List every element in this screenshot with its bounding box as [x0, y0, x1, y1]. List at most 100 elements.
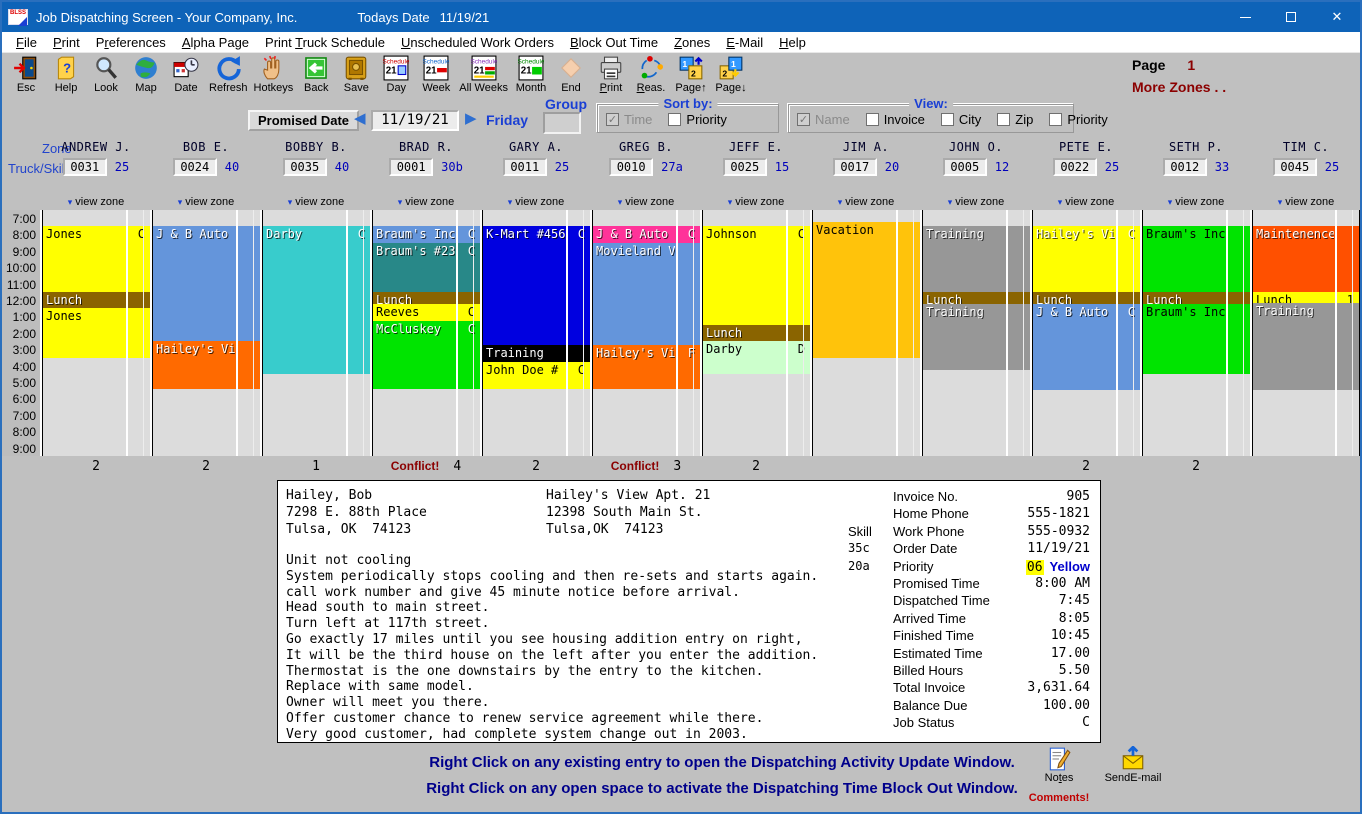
- view-city-checkbox[interactable]: City: [941, 112, 981, 127]
- schedule-block[interactable]: J & B Auto PaC: [1033, 304, 1140, 390]
- view-zone-dropdown[interactable]: ▾view zone: [1032, 196, 1140, 210]
- view-invoice-checkbox[interactable]: Invoice: [866, 112, 925, 127]
- truck-number-input[interactable]: 0031: [63, 158, 107, 176]
- schedule-block[interactable]: Lunch: [703, 325, 810, 341]
- toolbar-look-button[interactable]: Look: [86, 54, 126, 94]
- schedule-column-0022[interactable]: Hailey's ViewCLunchJ & B Auto PaC: [1032, 210, 1140, 456]
- schedule-block[interactable]: McCluskeyC: [373, 321, 480, 389]
- schedule-block[interactable]: Vacation: [813, 222, 920, 357]
- schedule-block[interactable]: Braum's Inc.C: [373, 226, 480, 242]
- schedule-block[interactable]: ReevesC: [373, 304, 480, 320]
- schedule-column-0045[interactable]: MaintenenceLunch1Training: [1252, 210, 1360, 456]
- schedule-block[interactable]: DarbyD: [703, 341, 810, 374]
- schedule-block[interactable]: JonesC: [43, 226, 150, 292]
- send-email-button[interactable]: SendE-mail: [1098, 746, 1168, 784]
- prev-day-arrow-icon[interactable]: ◀: [354, 109, 366, 127]
- truck-number-input[interactable]: 0011: [503, 158, 547, 176]
- schedule-block[interactable]: Jones: [43, 308, 150, 357]
- comments-indicator[interactable]: Comments!: [1024, 792, 1094, 804]
- schedule-block[interactable]: Training: [923, 304, 1030, 370]
- promised-date-input[interactable]: 11/19/21: [371, 110, 459, 131]
- schedule-block[interactable]: Lunch: [923, 292, 1030, 304]
- schedule-block[interactable]: Training: [1253, 303, 1359, 390]
- promised-date-button[interactable]: Promised Date: [248, 110, 359, 131]
- schedule-column-0031[interactable]: JonesCLunchJones: [42, 210, 150, 456]
- schedule-column-0025[interactable]: JohnsonCLunchDarbyD: [702, 210, 810, 456]
- sort-by-time-checkbox[interactable]: ✓Time: [606, 112, 652, 127]
- schedule-column-0017[interactable]: Vacation: [812, 210, 920, 456]
- view-zone-dropdown[interactable]: ▾view zone: [702, 196, 810, 210]
- toolbar-esc-button[interactable]: Esc: [6, 54, 46, 94]
- schedule-block[interactable]: John Doe # 21C: [483, 362, 590, 389]
- schedule-column-0024[interactable]: J & B Auto PaHailey's View: [152, 210, 260, 456]
- toolbar-page--button[interactable]: 21Page↓: [711, 54, 751, 94]
- notes-button[interactable]: Notes: [1024, 746, 1094, 784]
- schedule-block[interactable]: Hailey's ViewC: [1033, 226, 1140, 292]
- schedule-block[interactable]: Braum's Inc.: [1143, 226, 1250, 292]
- menu-block-out-time[interactable]: Block Out Time: [562, 35, 666, 50]
- view-zone-dropdown[interactable]: ▾view zone: [42, 196, 150, 210]
- schedule-block[interactable]: Movieland Vid: [593, 243, 700, 346]
- schedule-block[interactable]: Training: [923, 226, 1030, 292]
- minimize-icon[interactable]: [1222, 2, 1268, 32]
- menu-preferences[interactable]: Preferences: [88, 35, 174, 50]
- toolbar-back-button[interactable]: Back: [296, 54, 336, 94]
- menu-alpha-page[interactable]: Alpha Page: [174, 35, 257, 50]
- truck-number-input[interactable]: 0010: [609, 158, 653, 176]
- schedule-block[interactable]: Hailey's View: [153, 341, 260, 389]
- schedule-block[interactable]: Lunch: [1143, 292, 1250, 304]
- truck-number-input[interactable]: 0001: [389, 158, 433, 176]
- truck-number-input[interactable]: 0022: [1053, 158, 1097, 176]
- next-day-arrow-icon[interactable]: ▶: [465, 109, 477, 127]
- view-zone-dropdown[interactable]: ▾view zone: [592, 196, 700, 210]
- view-priority-checkbox[interactable]: Priority: [1049, 112, 1107, 127]
- menu-print[interactable]: Print: [45, 35, 88, 50]
- view-zone-dropdown[interactable]: ▾view zone: [262, 196, 370, 210]
- toolbar-print-button[interactable]: Print: [591, 54, 631, 94]
- truck-number-input[interactable]: 0017: [833, 158, 877, 176]
- group-input[interactable]: [543, 112, 581, 134]
- schedule-block[interactable]: J & B Auto PaC: [593, 226, 700, 242]
- more-zones-link[interactable]: More Zones . .: [1132, 79, 1332, 95]
- menu-file[interactable]: File: [8, 35, 45, 50]
- truck-number-input[interactable]: 0045: [1273, 158, 1317, 176]
- toolbar-refresh-button[interactable]: Refresh: [206, 54, 251, 94]
- schedule-column-0005[interactable]: TrainingLunchTraining: [922, 210, 1030, 456]
- close-icon[interactable]: ✕: [1314, 2, 1360, 32]
- truck-number-input[interactable]: 0035: [283, 158, 327, 176]
- schedule-block[interactable]: K-Mart #45667C: [483, 226, 590, 345]
- view-zone-dropdown[interactable]: ▾view zone: [372, 196, 480, 210]
- toolbar-date-button[interactable]: Date: [166, 54, 206, 94]
- schedule-block[interactable]: Lunch: [1033, 292, 1140, 304]
- toolbar-week-button[interactable]: Schedule21Week: [416, 54, 456, 94]
- schedule-block[interactable]: Hailey's ViewF: [593, 345, 700, 388]
- schedule-column-0012[interactable]: Braum's Inc.LunchBraum's Inc.: [1142, 210, 1250, 456]
- view-zone-dropdown[interactable]: ▾view zone: [482, 196, 590, 210]
- sort-by-priority-checkbox[interactable]: Priority: [668, 112, 726, 127]
- schedule-column-0001[interactable]: Braum's Inc.CBraum's #233CLunchReevesCMc…: [372, 210, 480, 456]
- view-zip-checkbox[interactable]: Zip: [997, 112, 1033, 127]
- toolbar-page--button[interactable]: 12Page↑: [671, 54, 711, 94]
- schedule-block[interactable]: Training: [483, 345, 590, 361]
- truck-number-input[interactable]: 0012: [1163, 158, 1207, 176]
- toolbar-day-button[interactable]: Schedule21Day: [376, 54, 416, 94]
- toolbar-map-button[interactable]: Map: [126, 54, 166, 94]
- schedule-block[interactable]: J & B Auto Pa: [153, 226, 260, 341]
- toolbar-hotkeys-button[interactable]: Hotkeys: [251, 54, 297, 94]
- schedule-column-0010[interactable]: J & B Auto PaCMovieland VidHailey's View…: [592, 210, 700, 456]
- toolbar-month-button[interactable]: Schedule21Month: [511, 54, 551, 94]
- view-zone-dropdown[interactable]: ▾view zone: [1252, 196, 1360, 210]
- menu-zones[interactable]: Zones: [666, 35, 718, 50]
- toolbar-end-button[interactable]: End: [551, 54, 591, 94]
- menu-unscheduled-work-orders[interactable]: Unscheduled Work Orders: [393, 35, 562, 50]
- view-zone-dropdown[interactable]: ▾view zone: [152, 196, 260, 210]
- menu-print-truck-schedule[interactable]: Print Truck Schedule: [257, 35, 393, 50]
- truck-number-input[interactable]: 0025: [723, 158, 767, 176]
- schedule-column-0011[interactable]: K-Mart #45667CTrainingJohn Doe # 21C: [482, 210, 590, 456]
- view-name-checkbox[interactable]: ✓Name: [797, 112, 850, 127]
- view-zone-dropdown[interactable]: ▾view zone: [922, 196, 1030, 210]
- view-zone-dropdown[interactable]: ▾view zone: [1142, 196, 1250, 210]
- menu-e-mail[interactable]: E-Mail: [718, 35, 771, 50]
- menu-help[interactable]: Help: [771, 35, 814, 50]
- toolbar-reas--button[interactable]: Reas.: [631, 54, 671, 94]
